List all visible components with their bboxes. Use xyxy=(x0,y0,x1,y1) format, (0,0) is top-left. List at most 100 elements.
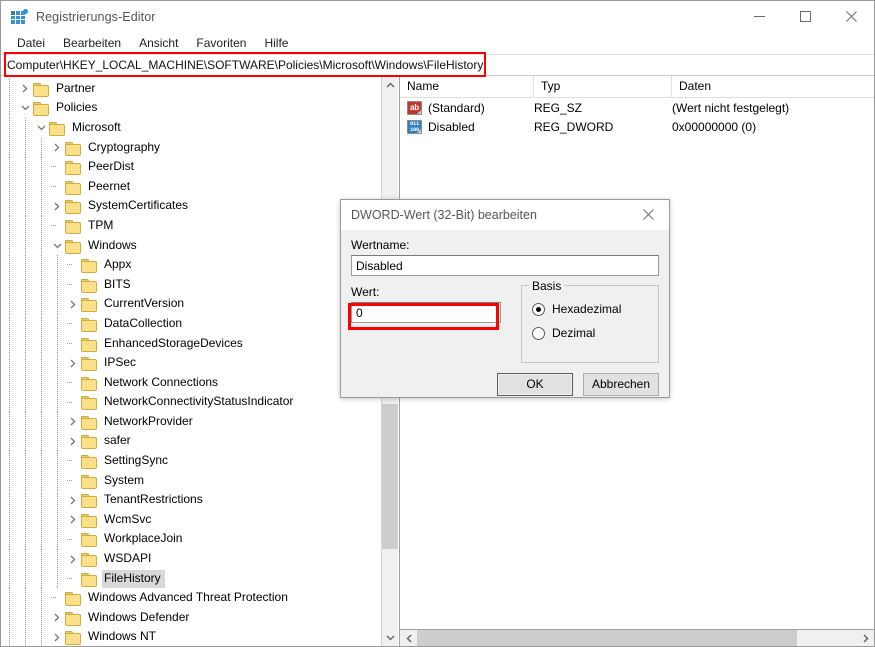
tree-item[interactable]: safer xyxy=(1,431,381,452)
folder-icon xyxy=(33,101,49,117)
chevron-down-icon[interactable] xyxy=(49,238,65,254)
chevron-right-icon[interactable] xyxy=(17,81,33,97)
tree-item[interactable]: Peernet xyxy=(1,176,381,197)
menu-item-bearbeiten[interactable]: Bearbeiten xyxy=(54,34,130,53)
tree-guide-line xyxy=(49,549,65,569)
tree-item[interactable]: Policies xyxy=(1,98,381,119)
chevron-right-icon[interactable] xyxy=(49,140,65,156)
tree-item[interactable]: TenantRestrictions xyxy=(1,490,381,510)
folder-icon xyxy=(65,141,81,156)
chevron-right-icon[interactable] xyxy=(49,610,65,626)
tree-scroll-thumb[interactable] xyxy=(382,404,398,549)
close-icon[interactable] xyxy=(627,200,669,229)
list-scroll-track[interactable] xyxy=(417,630,857,646)
minimize-icon[interactable] xyxy=(736,1,782,32)
tree-item[interactable]: IPSec xyxy=(1,353,381,373)
tree-item[interactable]: FileHistory xyxy=(1,568,381,589)
tree-item-label: Windows Advanced Threat Protection xyxy=(88,590,288,605)
tree-item[interactable]: NetworkConnectivityStatusIndicator xyxy=(1,392,381,413)
maximize-icon[interactable] xyxy=(782,1,828,32)
chevron-right-icon[interactable] xyxy=(65,492,81,508)
ok-button[interactable]: OK xyxy=(497,372,573,396)
folder-icon xyxy=(65,199,81,215)
column-header-name[interactable]: Name xyxy=(400,76,534,97)
tree-item[interactable]: WSDAPI xyxy=(1,549,381,569)
tree-item[interactable]: SettingSync xyxy=(1,451,381,471)
tree-item[interactable]: EnhancedStorageDevices xyxy=(1,333,381,354)
menu-item-datei[interactable]: Datei xyxy=(8,34,54,53)
tree-guide-line xyxy=(49,412,65,432)
tree-item[interactable]: Network Connections xyxy=(1,372,381,393)
radio-dezimal[interactable]: Dezimal xyxy=(532,321,650,345)
tree-elbow xyxy=(65,373,81,393)
chevron-right-icon[interactable] xyxy=(65,296,81,312)
table-row[interactable]: ab (Standard) REG_SZ (Wert nicht festgelegt… xyxy=(400,98,874,117)
chevron-right-icon[interactable] xyxy=(65,551,81,567)
tree-item[interactable]: TPM xyxy=(1,216,381,236)
tree-item[interactable]: DataCollection xyxy=(1,314,381,334)
tree-item[interactable]: Windows NT xyxy=(1,627,381,646)
wertname-input[interactable]: Disabled xyxy=(351,255,659,276)
menu-item-hilfe[interactable]: Hilfe xyxy=(255,34,297,53)
menu-item-favoriten[interactable]: Favoriten xyxy=(187,34,255,53)
tree-elbow xyxy=(65,530,81,550)
tree-elbow xyxy=(65,569,81,589)
tree-item[interactable]: Microsoft xyxy=(1,118,381,138)
tree-item[interactable]: WorkplaceJoin xyxy=(1,529,381,550)
tree-guide-line xyxy=(1,118,17,138)
cell-daten: (Wert nicht festgelegt) xyxy=(672,100,790,115)
tree-guide-line xyxy=(1,98,17,119)
tree-guide-line xyxy=(33,608,49,628)
tree-item[interactable]: Cryptography xyxy=(1,137,381,158)
tree-item[interactable]: SystemCertificates xyxy=(1,196,381,217)
chevron-down-icon[interactable] xyxy=(17,100,33,116)
tree-item[interactable]: Windows xyxy=(1,235,381,256)
tree-item[interactable]: PeerDist xyxy=(1,157,381,177)
tree-item[interactable]: Windows Advanced Threat Protection xyxy=(1,588,381,608)
tree-guide-line xyxy=(1,294,17,315)
tree-item[interactable]: WcmSvc xyxy=(1,510,381,530)
tree-item-label: Partner xyxy=(56,80,96,95)
tree-item-label: WcmSvc xyxy=(104,511,152,526)
chevron-up-icon[interactable] xyxy=(382,76,398,93)
tree-item-label: NetworkConnectivityStatusIndicator xyxy=(104,394,294,409)
tree-item-label: Windows xyxy=(88,237,137,252)
tree-item-label: TenantRestrictions xyxy=(104,492,203,507)
radio-hexadezimal[interactable]: Hexadezimal xyxy=(532,297,650,321)
list-scroll-thumb[interactable] xyxy=(417,630,797,646)
chevron-left-icon[interactable] xyxy=(400,630,417,646)
cancel-button[interactable]: Abbrechen xyxy=(583,372,659,396)
tree-item[interactable]: Partner xyxy=(1,79,381,99)
chevron-right-icon[interactable] xyxy=(65,355,81,371)
tree-guide-line xyxy=(49,314,65,334)
tree-item[interactable]: CurrentVersion xyxy=(1,294,381,315)
column-header-daten[interactable]: Daten xyxy=(672,76,874,97)
registry-path-input[interactable]: Computer\HKEY_LOCAL_MACHINE\SOFTWARE\Pol… xyxy=(1,54,874,76)
tree-guide-line xyxy=(33,314,49,334)
wert-input[interactable]: 0 xyxy=(351,302,501,323)
reg-sz-icon: ab xyxy=(407,100,422,115)
chevron-right-icon[interactable] xyxy=(65,512,81,528)
chevron-down-icon[interactable] xyxy=(382,629,398,646)
column-header-typ[interactable]: Typ xyxy=(534,76,672,97)
tree-item[interactable]: NetworkProvider xyxy=(1,412,381,432)
chevron-right-icon[interactable] xyxy=(65,433,81,449)
tree-item[interactable]: Windows Defender xyxy=(1,608,381,628)
tree-item[interactable]: Appx xyxy=(1,255,381,275)
menu-item-ansicht[interactable]: Ansicht xyxy=(130,34,187,53)
table-row[interactable]: 011 100 Disabled REG_DWORD 0x00000000 (0) xyxy=(400,117,874,136)
tree-guide-line xyxy=(49,392,65,413)
chevron-right-icon[interactable] xyxy=(65,414,81,430)
folder-icon xyxy=(81,297,97,313)
folder-icon xyxy=(65,611,81,626)
chevron-right-icon[interactable] xyxy=(49,198,65,214)
close-icon[interactable] xyxy=(828,1,874,32)
tree-item[interactable]: System xyxy=(1,470,381,491)
tree-guide-line xyxy=(1,392,17,413)
chevron-right-icon[interactable] xyxy=(49,629,65,645)
tree-item[interactable]: BITS xyxy=(1,274,381,295)
chevron-right-icon[interactable] xyxy=(857,630,874,646)
list-horizontal-scrollbar[interactable] xyxy=(400,629,874,646)
tree-guide-line xyxy=(1,235,17,256)
chevron-down-icon[interactable] xyxy=(33,120,49,136)
